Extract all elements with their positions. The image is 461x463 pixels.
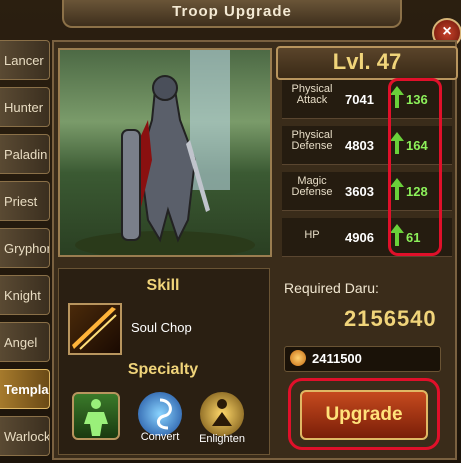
stat-label: HP (304, 229, 320, 241)
skill-icon[interactable] (68, 303, 122, 355)
templar-figure-icon (75, 50, 255, 255)
required-daru-label: Required Daru: (284, 280, 379, 296)
owned-daru-bar (284, 346, 441, 372)
stat-value: 4803 (345, 138, 374, 153)
stat-value: 3603 (345, 184, 374, 199)
tab-angel[interactable]: Angel (0, 322, 50, 362)
stats-increase-highlight (388, 78, 442, 256)
stat-label: Physical Attack (291, 83, 333, 106)
tab-warlock[interactable]: Warlock (0, 416, 50, 456)
level-badge: Lvl. 47 (276, 46, 458, 80)
slash-icon (72, 307, 117, 350)
figure-silhouette-icon (84, 399, 108, 436)
tab-hunter[interactable]: Hunter (0, 87, 50, 127)
swirl-icon (157, 398, 172, 430)
tab-lancer[interactable]: Lancer (0, 40, 50, 80)
upgrade-button-highlight (288, 378, 440, 450)
troop-portrait (58, 48, 272, 257)
skill-title: Skill (146, 277, 180, 294)
specialty-title: Specialty (127, 361, 199, 378)
skill-name: Soul Chop (131, 320, 192, 335)
window-title: Troop Upgrade (62, 0, 402, 28)
tab-templar[interactable]: Templar (0, 369, 50, 409)
stat-label: Magic Defense (291, 175, 333, 198)
tab-gryphon[interactable]: Gryphon (0, 228, 50, 268)
stat-label: Physical Defense (291, 129, 333, 152)
convert-icon[interactable] (138, 392, 182, 436)
meditating-figure-icon (212, 399, 232, 426)
tab-priest[interactable]: Priest (0, 181, 50, 221)
stat-value: 7041 (345, 92, 374, 107)
owned-daru-value: 2411500 (312, 351, 362, 366)
tab-paladin[interactable]: Paladin (0, 134, 50, 174)
stat-value: 4906 (345, 230, 374, 245)
specialty-label: Enlighten (199, 433, 245, 445)
tab-knight[interactable]: Knight (0, 275, 50, 315)
specialty-label: Convert (140, 431, 180, 443)
troop-sidebar: Lancer Hunter Paladin Priest Gryphon Kni… (0, 40, 52, 463)
enlighten-icon[interactable] (200, 392, 244, 436)
figure-icon[interactable] (72, 392, 120, 440)
daru-coin-icon (290, 350, 306, 366)
required-daru-value: 2156540 (344, 306, 437, 331)
